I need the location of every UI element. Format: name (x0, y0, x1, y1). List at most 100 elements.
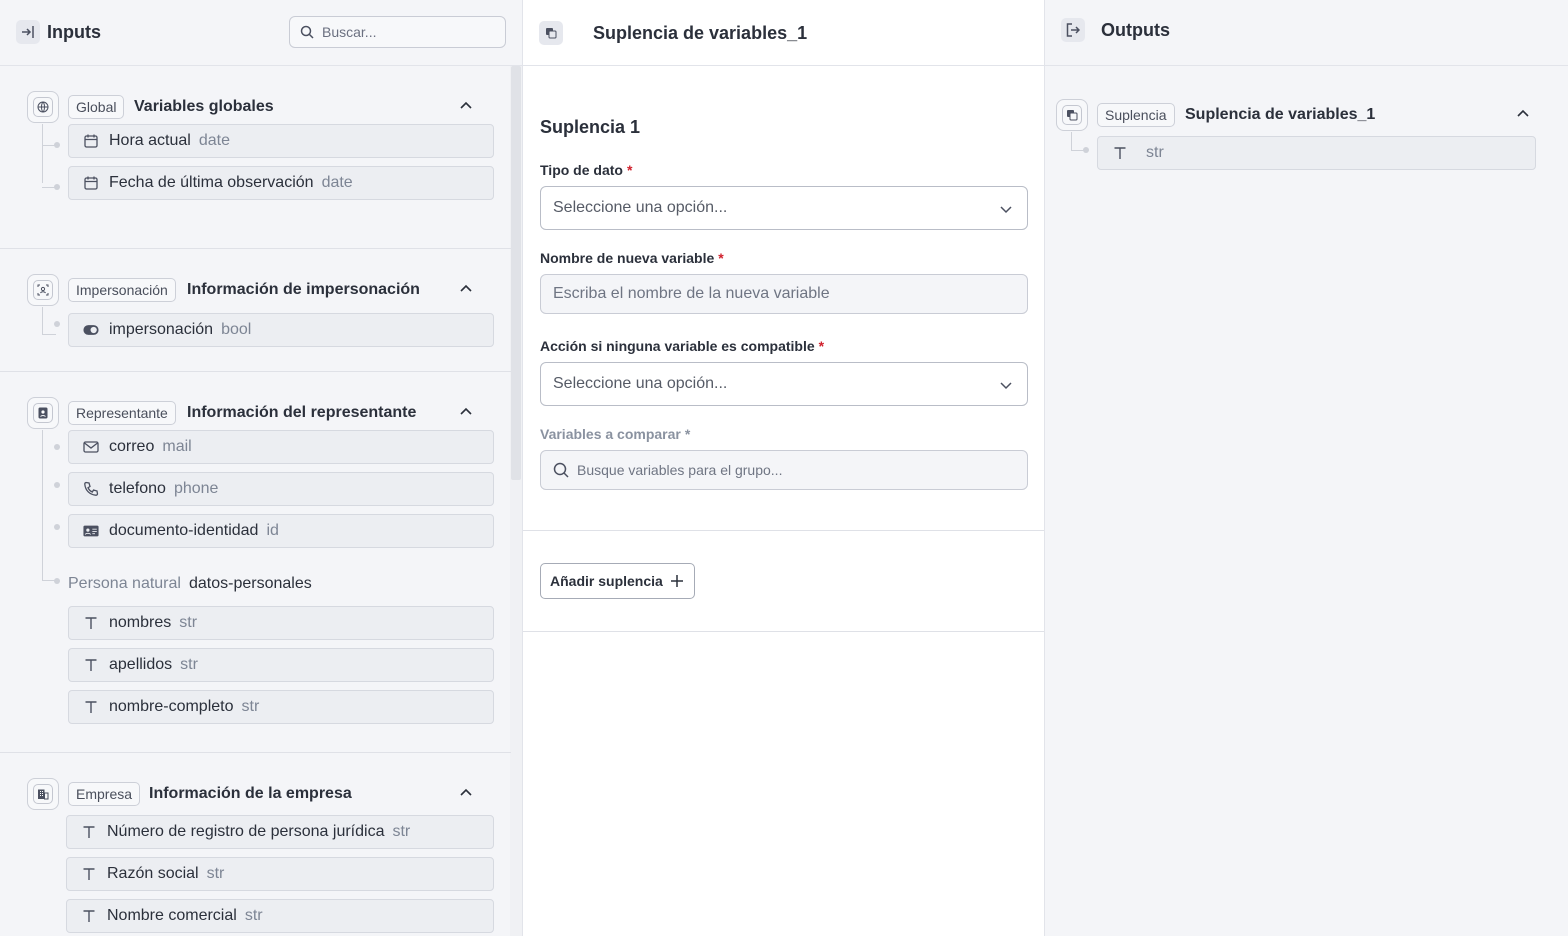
tree-line (42, 124, 43, 183)
variable-type: phone (173, 480, 219, 497)
editor-title: Suplencia de variables_1 (593, 23, 808, 43)
inputs-title: Inputs (47, 22, 101, 42)
variable-item[interactable]: nombre-completo str (68, 690, 494, 724)
variable-item[interactable]: telefono phone (68, 472, 494, 506)
copy-icon (1056, 99, 1088, 131)
mail-icon (83, 439, 99, 455)
no-match-action-value: Seleccione una opción... (553, 375, 728, 392)
variable-type: date (321, 174, 353, 191)
group-title-global: Variables globales (134, 98, 274, 115)
group-tag-impersonacion: Impersonación (68, 278, 176, 302)
add-suplencia-label: Añadir suplencia (550, 573, 663, 589)
scrollbar-thumb[interactable] (511, 66, 521, 480)
inputs-header: Inputs (0, 0, 522, 66)
group-tag-representante: Representante (68, 401, 176, 425)
tree-node (54, 142, 60, 148)
group-divider (0, 752, 511, 753)
chevron-up-icon[interactable] (459, 786, 473, 800)
variable-type: str (244, 907, 263, 924)
variable-name: Hora actual (109, 132, 191, 149)
compare-vars-label: Variables a comparar * (540, 426, 691, 442)
text-icon (83, 699, 99, 715)
chevron-down-icon (1000, 206, 1012, 214)
tree-line (1071, 132, 1072, 150)
chevron-up-icon[interactable] (1516, 107, 1530, 121)
building-icon (27, 778, 59, 810)
outputs-title: Outputs (1101, 20, 1170, 40)
group-tag-empresa: Empresa (68, 782, 141, 806)
new-var-name-label: Nombre de nueva variable * (540, 250, 724, 266)
tree-node (54, 524, 60, 530)
input-arrow-icon (16, 20, 40, 44)
compare-vars-input[interactable] (577, 462, 1017, 478)
variable-name: impersonación (109, 321, 214, 338)
compare-vars-search[interactable] (540, 450, 1028, 490)
no-match-action-label: Acción si ninguna variable es compatible… (540, 338, 825, 354)
inputs-search-box[interactable] (289, 16, 506, 48)
variable-type: str (392, 823, 411, 840)
variable-name: nombre-completo (109, 698, 234, 715)
variable-item[interactable]: documento-identidad id (68, 514, 494, 548)
outputs-header: Outputs (1045, 0, 1568, 66)
text-icon (81, 824, 97, 840)
variable-name: telefono (109, 480, 166, 497)
chevron-up-icon[interactable] (459, 99, 473, 113)
text-icon (81, 908, 97, 924)
variable-name: apellidos (109, 656, 173, 673)
variable-type: str (241, 698, 260, 715)
calendar-icon (83, 175, 99, 191)
chevron-up-icon[interactable] (459, 282, 473, 296)
variable-item[interactable]: impersonación bool (68, 313, 494, 347)
variable-name: Razón social (107, 865, 199, 882)
inputs-scrollbar[interactable] (510, 66, 522, 936)
variable-item[interactable]: apellidos str (68, 648, 494, 682)
variable-type: str (206, 865, 225, 882)
variable-type: date (198, 132, 230, 149)
subgroup-tag: Persona natural (68, 575, 181, 592)
output-group-tag: Suplencia (1097, 103, 1175, 127)
tree-node (1083, 147, 1089, 153)
new-var-name-field[interactable] (540, 274, 1028, 314)
text-icon (81, 866, 97, 882)
no-match-action-select[interactable]: Seleccione una opción... (540, 362, 1028, 406)
phone-icon (83, 481, 99, 497)
variable-type: mail (162, 438, 192, 455)
data-type-select[interactable]: Seleccione una opción... (540, 186, 1028, 230)
search-icon (300, 25, 314, 39)
variable-item[interactable]: Razón social str (66, 857, 494, 891)
variable-name: documento-identidad (109, 522, 259, 539)
tree-node (54, 482, 60, 488)
new-var-name-input[interactable] (553, 285, 1013, 303)
text-icon (1112, 145, 1128, 161)
inputs-search-input[interactable] (322, 24, 492, 40)
variable-item[interactable]: nombres str (68, 606, 494, 640)
text-icon (83, 657, 99, 673)
section-divider (523, 530, 1044, 531)
variable-item[interactable]: Número de registro de persona jurídica s… (66, 815, 494, 849)
variable-item[interactable]: Fecha de última observación date (68, 166, 494, 200)
tree-node (54, 444, 60, 450)
calendar-icon (83, 133, 99, 149)
copy-icon (539, 21, 563, 45)
variable-item[interactable]: Hora actual date (68, 124, 494, 158)
data-type-label: Tipo de dato * (540, 162, 633, 178)
subgroup-label: Persona natural datos-personales (68, 575, 312, 593)
variable-name: Nombre comercial (107, 907, 237, 924)
variable-type: bool (221, 321, 252, 338)
variable-type: str (1146, 144, 1164, 161)
badge-icon (27, 397, 59, 429)
chevron-up-icon[interactable] (459, 405, 473, 419)
variable-item[interactable]: Nombre comercial str (66, 899, 494, 933)
globe-icon (27, 91, 59, 123)
variable-type: str (179, 614, 198, 631)
data-type-value: Seleccione una opción... (553, 199, 728, 216)
tree-node (54, 578, 60, 584)
subgroup-name: datos-personales (188, 575, 312, 592)
output-variable-item[interactable]: str (1097, 136, 1536, 170)
section-title: Suplencia 1 (540, 117, 641, 137)
group-divider (0, 248, 511, 249)
variable-item[interactable]: correo mail (68, 430, 494, 464)
variable-name: Fecha de última observación (109, 174, 314, 191)
add-suplencia-button[interactable]: Añadir suplencia (540, 563, 695, 599)
group-title-impersonacion: Información de impersonación (187, 281, 420, 298)
